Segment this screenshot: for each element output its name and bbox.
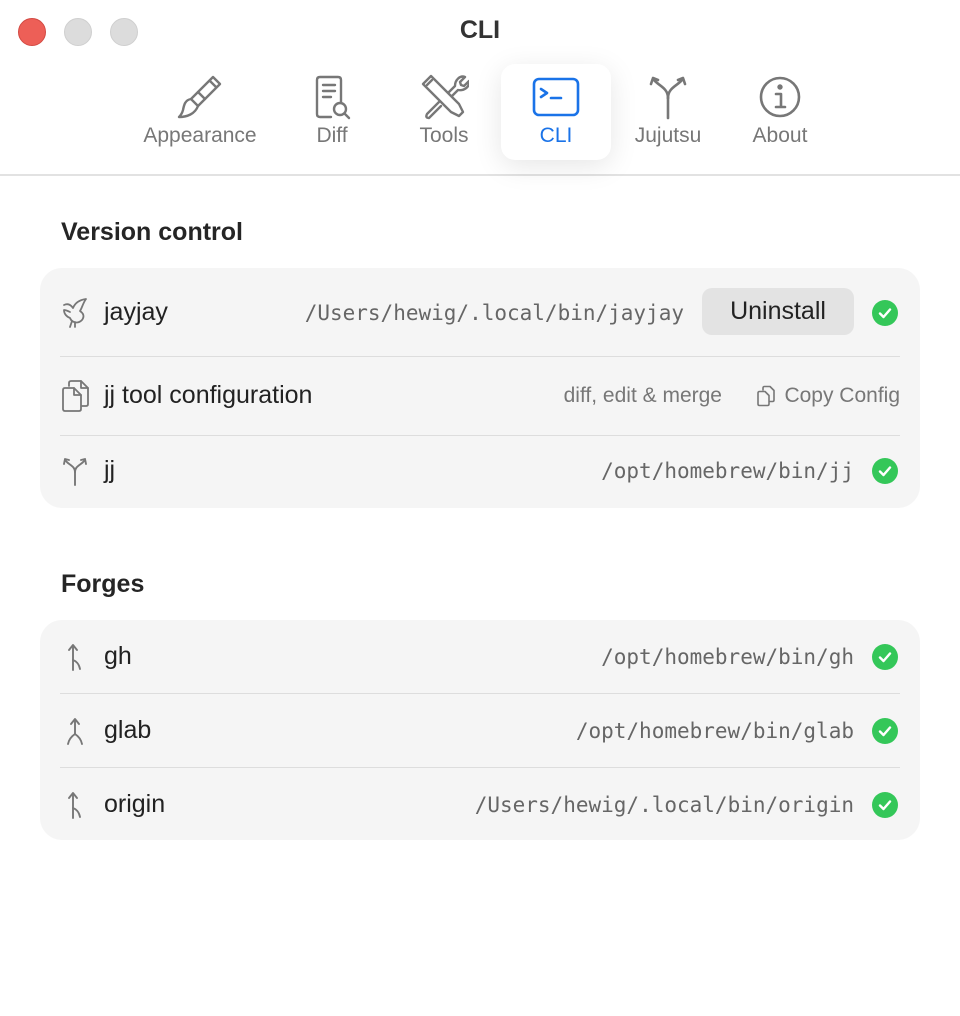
- copy-icon: [757, 385, 776, 407]
- merge-arrow-icon: [68, 792, 81, 819]
- bird-icon: [63, 298, 87, 328]
- install-path: /opt/homebrew/bin/jj: [601, 459, 854, 483]
- wrench-screwdriver-icon: [421, 74, 469, 120]
- row-label: gh: [104, 642, 132, 670]
- documents-icon: [62, 380, 89, 412]
- version-control-card: jayjay /Users/hewig/.local/bin/jayjay Un…: [40, 268, 920, 508]
- title-bar: CLI Appearance Diff Tools CLI Jujutsu Ab…: [0, 0, 960, 176]
- list-item-jj: jj /opt/homebrew/bin/jj: [40, 436, 920, 508]
- forges-card: gh /opt/homebrew/bin/gh glab /opt/homebr…: [40, 620, 920, 840]
- row-label: jj tool configuration: [104, 381, 313, 409]
- installed-check-icon: [872, 718, 898, 744]
- config-description: diff, edit & merge: [563, 384, 722, 407]
- installed-check-icon: [872, 300, 898, 326]
- section-title-version-control: Version control: [61, 218, 243, 246]
- install-path: /Users/hewig/.local/bin/origin: [474, 793, 854, 817]
- copy-config-label: Copy Config: [784, 384, 900, 407]
- uninstall-button[interactable]: Uninstall: [702, 288, 854, 335]
- install-path: /opt/homebrew/bin/gh: [601, 645, 854, 669]
- list-item-jayjay: jayjay /Users/hewig/.local/bin/jayjay Un…: [40, 268, 920, 356]
- preferences-tab-bar: Appearance Diff Tools CLI Jujutsu About: [0, 64, 960, 160]
- section-title-forges: Forges: [61, 570, 145, 598]
- merge-arrow-icon: [68, 644, 81, 671]
- installed-check-icon: [872, 458, 898, 484]
- branch-icon: [63, 458, 87, 486]
- merge-arrow-icon: [67, 718, 83, 745]
- tab-appearance[interactable]: Appearance: [143, 64, 257, 160]
- installed-check-icon: [872, 644, 898, 670]
- paintbrush-icon: [177, 75, 222, 119]
- install-path: /opt/homebrew/bin/glab: [575, 719, 854, 743]
- copy-config-button[interactable]: Copy Config: [756, 384, 900, 408]
- installed-check-icon: [872, 792, 898, 818]
- tab-label: About: [752, 124, 808, 147]
- install-path: /Users/hewig/.local/bin/jayjay: [304, 301, 684, 325]
- row-label: jj: [104, 456, 116, 484]
- info-circle-icon: [759, 76, 801, 118]
- terminal-icon: [532, 77, 580, 117]
- branch-icon: [649, 76, 687, 120]
- list-item-jj-tool-configuration: jj tool configuration diff, edit & merge…: [40, 357, 920, 435]
- row-label: jayjay: [104, 298, 168, 326]
- doc-magnifier-icon: [315, 75, 351, 120]
- row-label: glab: [104, 716, 152, 744]
- window-title: CLI: [459, 16, 501, 44]
- list-item-glab: glab /opt/homebrew/bin/glab: [40, 694, 920, 767]
- tab-label: Appearance: [143, 124, 257, 147]
- row-label: origin: [104, 790, 166, 818]
- list-item-origin: origin /Users/hewig/.local/bin/origin: [40, 768, 920, 840]
- list-item-gh: gh /opt/homebrew/bin/gh: [40, 620, 920, 692]
- tab-about[interactable]: About: [725, 64, 835, 160]
